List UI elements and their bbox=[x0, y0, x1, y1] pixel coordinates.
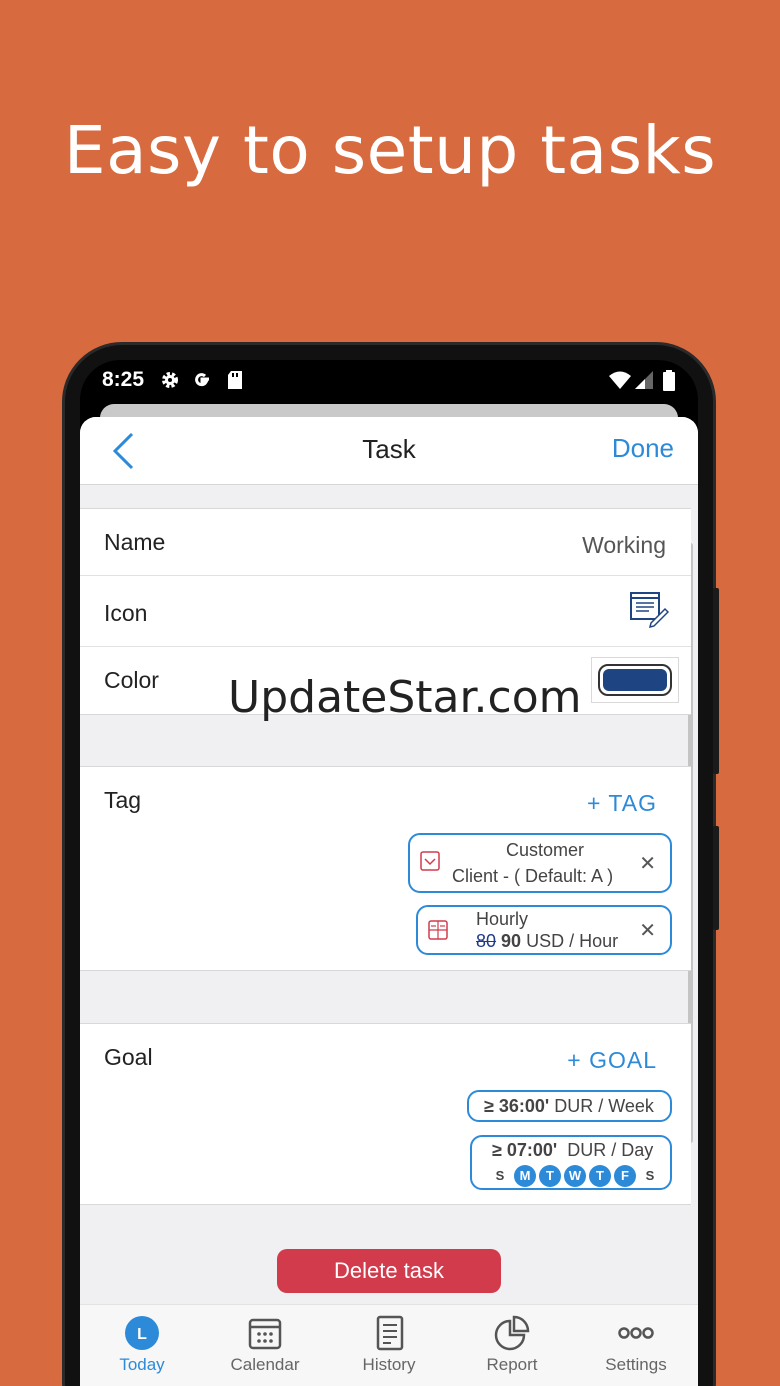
tab-label-settings: Settings bbox=[605, 1355, 667, 1374]
weekday-toggle[interactable]: T bbox=[589, 1165, 611, 1187]
goal-daily-text: ≥ 07:00' DUR / Day bbox=[492, 1140, 653, 1161]
new-rate: 90 bbox=[501, 931, 522, 951]
goal-daily-unit: DUR / Day bbox=[567, 1140, 654, 1160]
gear-icon bbox=[162, 372, 178, 388]
chip-customer-title: Customer bbox=[506, 840, 585, 860]
wifi-icon bbox=[609, 371, 631, 389]
weekday-toggle[interactable]: S bbox=[489, 1165, 511, 1187]
delete-task-button[interactable]: Delete task bbox=[277, 1249, 501, 1293]
power-button bbox=[713, 588, 719, 774]
phone-screen: 8:25 Task Done Name Working Icon Color T… bbox=[80, 360, 698, 1386]
page-title: Task bbox=[362, 434, 416, 464]
chip-hourly-title: Hourly bbox=[476, 909, 529, 929]
goal-daily-amount: ≥ 07:00' bbox=[492, 1140, 558, 1160]
battery-icon bbox=[663, 370, 675, 391]
goal-weekly-amount: ≥ 36:00' bbox=[484, 1096, 550, 1116]
weekday-toggle[interactable]: F bbox=[614, 1165, 636, 1187]
volume-button bbox=[713, 826, 719, 930]
tag-chip-customer[interactable]: Customer Client - ( Default: A ) ✕ bbox=[408, 833, 672, 893]
tag-label: Tag bbox=[104, 787, 142, 813]
google-icon bbox=[195, 373, 209, 387]
tab-label-calendar: Calendar bbox=[230, 1355, 300, 1374]
chip-customer-detail: Client - ( Default: A ) bbox=[452, 866, 614, 886]
goal-chip-weekly[interactable]: ≥ 36:00' DUR / Week bbox=[467, 1090, 672, 1122]
history-icon bbox=[376, 1315, 404, 1351]
rate-unit: USD / Hour bbox=[526, 931, 619, 951]
tab-calendar[interactable]: Calendar bbox=[203, 1315, 327, 1375]
add-goal-button[interactable]: + GOAL bbox=[567, 1047, 657, 1074]
weekday-toggle[interactable]: W bbox=[564, 1165, 586, 1187]
today-badge: L bbox=[137, 1326, 147, 1343]
calendar-icon bbox=[248, 1318, 282, 1350]
watermark: UpdateStar.com bbox=[228, 672, 582, 723]
more-icon bbox=[618, 1327, 654, 1339]
color-swatch-fill bbox=[603, 669, 667, 691]
calculator-icon bbox=[428, 920, 448, 940]
add-tag-button[interactable]: + TAG bbox=[587, 790, 657, 817]
tab-today[interactable]: L Today bbox=[80, 1315, 204, 1375]
tab-bar: L Today Calendar History Report Settings bbox=[80, 1304, 698, 1386]
tab-label-today: Today bbox=[119, 1355, 165, 1374]
tab-settings[interactable]: Settings bbox=[574, 1315, 698, 1375]
weekday-toggle[interactable]: M bbox=[514, 1165, 536, 1187]
goal-group: Goal + GOAL ≥ 36:00' DUR / Week ≥ 07:00'… bbox=[80, 1023, 691, 1205]
goal-weekly-unit: DUR / Week bbox=[554, 1096, 654, 1116]
old-rate: 80 bbox=[476, 931, 497, 951]
icon-row[interactable]: Icon bbox=[80, 576, 691, 647]
chip-hourly-rate: 80 90 USD / Hour bbox=[476, 931, 618, 952]
tab-history[interactable]: History bbox=[327, 1315, 451, 1375]
remove-tag-icon[interactable]: ✕ bbox=[639, 851, 656, 876]
tab-report[interactable]: Report bbox=[450, 1315, 574, 1375]
tag-group: Tag + TAG Customer Client - ( Default: A… bbox=[80, 766, 691, 971]
headline: Easy to setup tasks bbox=[63, 112, 717, 189]
goal-weekly-text: ≥ 36:00' DUR / Week bbox=[484, 1096, 654, 1117]
tag-chip-hourly[interactable]: Hourly 80 90 USD / Hour ✕ bbox=[416, 905, 672, 955]
status-time: 8:25 bbox=[102, 368, 145, 391]
name-row[interactable]: Name Working bbox=[80, 509, 691, 576]
remove-tag-icon[interactable]: ✕ bbox=[639, 918, 656, 943]
tab-label-history: History bbox=[362, 1355, 416, 1374]
icon-label: Icon bbox=[104, 600, 148, 626]
name-value[interactable]: Working bbox=[582, 532, 666, 559]
task-list-icon[interactable] bbox=[629, 590, 669, 628]
dropdown-box-icon bbox=[420, 851, 440, 871]
color-label: Color bbox=[104, 667, 159, 693]
weekday-toggle[interactable]: S bbox=[639, 1165, 661, 1187]
pie-chart-icon bbox=[494, 1315, 530, 1351]
color-swatch-button[interactable] bbox=[591, 657, 679, 703]
signal-icon bbox=[635, 371, 653, 389]
tab-label-report: Report bbox=[486, 1355, 538, 1374]
weekday-toggle[interactable]: T bbox=[539, 1165, 561, 1187]
color-swatch bbox=[598, 664, 672, 696]
task-sheet: Task Done Name Working Icon Color Tag + … bbox=[80, 417, 698, 1386]
sd-card-icon bbox=[228, 371, 242, 389]
goal-chip-daily[interactable]: ≥ 07:00' DUR / Day SMTWTFS bbox=[470, 1135, 672, 1190]
nav-bar: Task Done bbox=[80, 417, 698, 485]
name-label: Name bbox=[104, 529, 166, 555]
done-button[interactable]: Done bbox=[612, 433, 674, 464]
clock-icon: L bbox=[125, 1316, 159, 1350]
status-bar: 8:25 bbox=[80, 360, 698, 404]
goal-days-row: SMTWTFS bbox=[489, 1164, 664, 1187]
goal-label: Goal bbox=[104, 1044, 153, 1070]
